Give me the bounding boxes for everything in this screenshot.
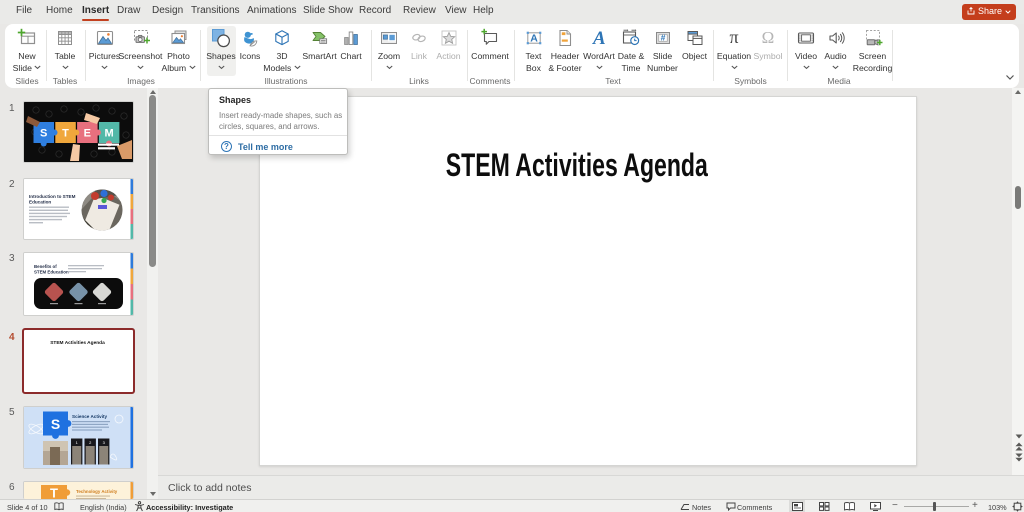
svg-text:#: # bbox=[660, 33, 665, 43]
svg-text:Ω: Ω bbox=[762, 28, 775, 47]
svg-text:M: M bbox=[105, 128, 114, 140]
svg-text:Introduction to STEM: Introduction to STEM bbox=[29, 194, 76, 199]
svg-text:S: S bbox=[40, 128, 47, 140]
svg-text:π: π bbox=[729, 28, 738, 47]
svg-text:Education: Education bbox=[29, 199, 51, 204]
svg-text:Benefits of: Benefits of bbox=[34, 264, 57, 269]
svg-text:Technology Activity: Technology Activity bbox=[76, 489, 118, 494]
svg-text:A: A bbox=[592, 28, 606, 48]
svg-text:STEM Education: STEM Education bbox=[34, 269, 69, 274]
svg-text:S: S bbox=[51, 416, 60, 432]
svg-text:Science Activity: Science Activity bbox=[72, 414, 108, 419]
svg-text:E: E bbox=[84, 128, 91, 140]
svg-text:A: A bbox=[530, 33, 538, 45]
svg-text:T: T bbox=[50, 486, 58, 500]
svg-text:T: T bbox=[62, 128, 69, 140]
